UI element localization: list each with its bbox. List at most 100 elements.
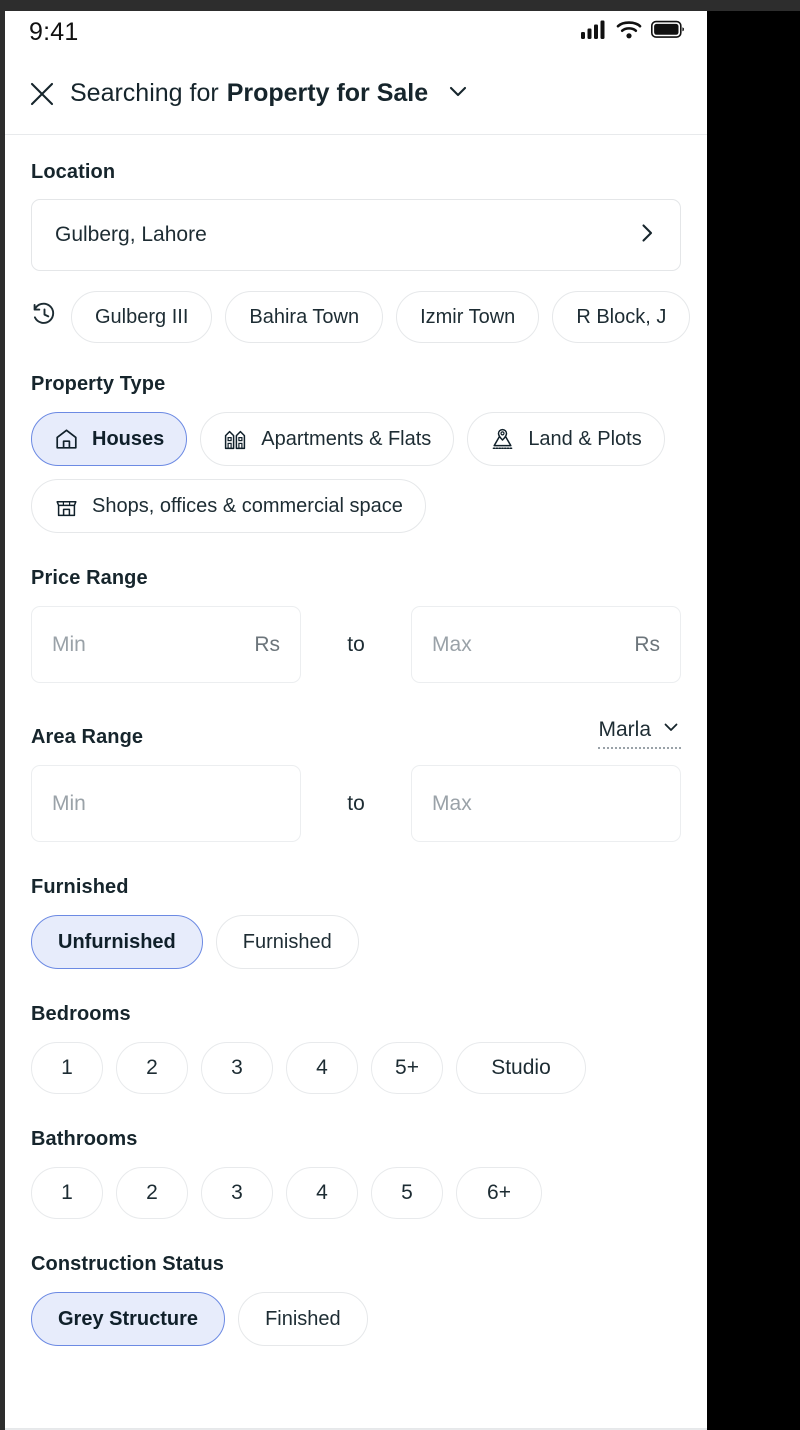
header-search-type: Property for Sale [226, 79, 429, 107]
price-range-section: Price Range Min Rs to Max Rs [5, 567, 707, 683]
close-icon[interactable] [29, 81, 55, 107]
bedrooms-option-studio[interactable]: Studio [456, 1042, 586, 1094]
land-plot-pin-icon [490, 427, 515, 452]
page-title: Searching for Property for Sale [70, 79, 428, 108]
price-range-separator: to [347, 632, 365, 656]
status-icons [581, 20, 685, 44]
history-clock-icon [31, 301, 58, 333]
construction-status-options: Grey Structure Finished [31, 1292, 681, 1346]
property-type-options: Houses Apartments & Flats Land & Plots S… [31, 412, 681, 533]
chevron-down-icon[interactable] [446, 79, 470, 108]
status-bar: 9:41 [5, 11, 707, 53]
bathrooms-option-label: 5 [401, 1181, 413, 1204]
recent-location-chip[interactable]: Izmir Town [396, 291, 540, 343]
recent-location-chip[interactable]: Bahira Town [225, 291, 384, 343]
price-min-placeholder: Min [52, 632, 86, 656]
recent-location-label: Bahira Town [249, 305, 360, 328]
area-range-row: Min to Max [31, 765, 681, 842]
bathrooms-options: 1 2 3 4 5 6+ [31, 1167, 681, 1219]
area-max-input[interactable]: Max [411, 765, 681, 842]
recent-locations-row[interactable]: Gulberg III Bahira Town Izmir Town R Blo… [5, 291, 707, 343]
location-section: Location Gulberg, Lahore [5, 135, 707, 271]
device-top-bezel [0, 0, 800, 11]
recent-location-label: Gulberg III [95, 305, 189, 328]
price-max-placeholder: Max [432, 632, 472, 656]
battery-icon [651, 20, 685, 44]
bedrooms-option-label: 1 [61, 1056, 73, 1079]
furnished-option-unfurnished[interactable]: Unfurnished [31, 915, 203, 969]
bathrooms-option-label: 1 [61, 1181, 73, 1204]
content-bottom-divider [5, 1428, 707, 1429]
area-min-placeholder: Min [52, 791, 86, 815]
bedrooms-option-label: Studio [491, 1056, 551, 1079]
cellular-signal-icon [581, 20, 607, 44]
bedrooms-option[interactable]: 3 [201, 1042, 273, 1094]
bedrooms-option[interactable]: 1 [31, 1042, 103, 1094]
area-min-input[interactable]: Min [31, 765, 301, 842]
furnished-option-label: Unfurnished [58, 930, 176, 953]
price-max-input[interactable]: Max Rs [411, 606, 681, 683]
bedrooms-option-label: 2 [146, 1056, 158, 1079]
construction-status-grey-structure[interactable]: Grey Structure [31, 1292, 226, 1346]
bathrooms-option[interactable]: 5 [371, 1167, 443, 1219]
bedrooms-options: 1 2 3 4 5+ Studio [31, 1042, 681, 1094]
area-max-placeholder: Max [432, 791, 472, 815]
bathrooms-option[interactable]: 3 [201, 1167, 273, 1219]
header-prefix: Searching for [70, 79, 219, 107]
property-type-label-text: Apartments & Flats [261, 427, 432, 450]
construction-status-option-label: Finished [265, 1307, 341, 1330]
property-type-commercial[interactable]: Shops, offices & commercial space [31, 479, 426, 533]
phone-viewport: 9:41 Searching for Property for Sale Loc… [5, 11, 707, 1430]
recent-location-chip[interactable]: R Block, J [552, 291, 691, 343]
bathrooms-option[interactable]: 6+ [456, 1167, 542, 1219]
location-label: Location [31, 161, 116, 183]
price-min-input[interactable]: Min Rs [31, 606, 301, 683]
property-type-label-text: Land & Plots [528, 427, 642, 450]
wifi-icon [616, 20, 642, 44]
furnished-option-label: Furnished [242, 930, 332, 953]
apartment-building-icon [223, 427, 248, 452]
property-type-label-text: Shops, offices & commercial space [92, 494, 403, 517]
bedrooms-option-label: 4 [316, 1056, 328, 1079]
bathrooms-label: Bathrooms [31, 1128, 138, 1150]
property-type-houses[interactable]: Houses [31, 412, 188, 466]
furnished-option-furnished[interactable]: Furnished [215, 915, 359, 969]
bathrooms-option[interactable]: 4 [286, 1167, 358, 1219]
price-min-currency: Rs [254, 632, 280, 656]
bedrooms-option[interactable]: 4 [286, 1042, 358, 1094]
area-range-header: Area Range Marla [31, 717, 681, 749]
furnished-options: Unfurnished Furnished [31, 915, 681, 969]
recent-location-chip[interactable]: Gulberg III [71, 291, 213, 343]
bedrooms-option[interactable]: 2 [116, 1042, 188, 1094]
area-unit-select[interactable]: Marla [598, 717, 681, 749]
search-header: Searching for Property for Sale [5, 53, 707, 135]
bathrooms-section: Bathrooms 1 2 3 4 5 6+ [5, 1128, 707, 1219]
property-type-section: Property Type Houses Apartments & Flats … [5, 373, 707, 533]
price-max-currency: Rs [634, 632, 660, 656]
bedrooms-label: Bedrooms [31, 1003, 131, 1025]
area-unit-value: Marla [598, 718, 651, 741]
furnished-label: Furnished [31, 876, 129, 898]
bathrooms-option-label: 6+ [487, 1181, 511, 1204]
construction-status-finished[interactable]: Finished [238, 1292, 368, 1346]
bedrooms-section: Bedrooms 1 2 3 4 5+ Studio [5, 1003, 707, 1094]
property-type-apartments[interactable]: Apartments & Flats [200, 412, 455, 466]
bathrooms-option[interactable]: 2 [116, 1167, 188, 1219]
storefront-icon [54, 494, 79, 519]
bathrooms-option[interactable]: 1 [31, 1167, 103, 1219]
device-frame: 9:41 Searching for Property for Sale Loc… [0, 0, 800, 1430]
bedrooms-option-label: 5+ [395, 1056, 419, 1079]
property-type-land[interactable]: Land & Plots [467, 412, 665, 466]
construction-status-section: Construction Status Grey Structure Finis… [5, 1253, 707, 1346]
area-range-section: Area Range Marla Min to Max [5, 717, 707, 842]
status-time: 9:41 [29, 17, 79, 46]
bedrooms-option-label: 3 [231, 1056, 243, 1079]
location-value: Gulberg, Lahore [55, 223, 207, 246]
filters-scroll-area[interactable]: Location Gulberg, Lahore Gulberg III Bah… [5, 135, 707, 1429]
location-input[interactable]: Gulberg, Lahore [31, 199, 681, 271]
recent-location-label: R Block, J [576, 305, 667, 328]
bathrooms-option-label: 4 [316, 1181, 328, 1204]
construction-status-option-label: Grey Structure [58, 1307, 199, 1330]
furnished-section: Furnished Unfurnished Furnished [5, 876, 707, 969]
bedrooms-option[interactable]: 5+ [371, 1042, 443, 1094]
